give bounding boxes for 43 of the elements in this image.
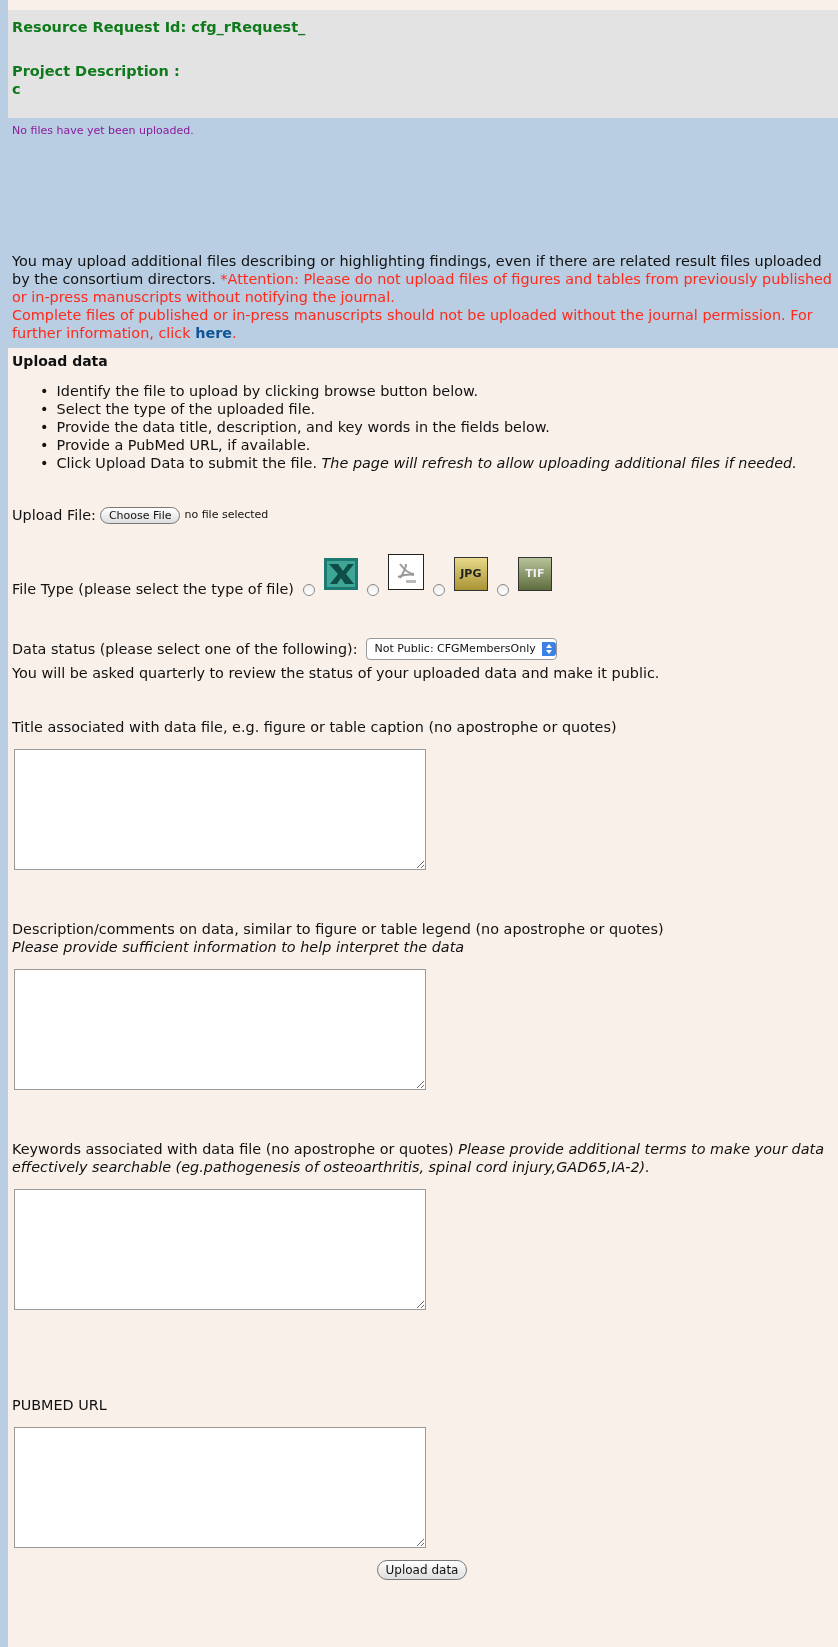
field-label: Title associated with data file, e.g. figure or table caption (no apostrophe or quotes) xyxy=(12,718,617,736)
section-title: Upload data xyxy=(12,352,108,370)
data-status-label: Data status (please select one of the following): xyxy=(12,640,358,658)
bullet: • xyxy=(40,400,49,418)
field-hint: Please provide sufficient information to help interpret the data xyxy=(12,938,465,956)
spreadsheet-icon xyxy=(323,558,358,590)
instruction-item: Identify the file to upload by clicking browse button below. xyxy=(56,382,478,400)
bullet: • xyxy=(40,436,49,454)
choose-file-button[interactable]: Choose File xyxy=(99,506,181,524)
field-label: Description/comments on data, similar to figure or table legend (no apostrophe or quotes) xyxy=(12,920,664,938)
text-area[interactable] xyxy=(14,749,426,870)
instruction-item: Provide the data title, description, and key words in the fields below. xyxy=(56,418,550,436)
stepper-icon xyxy=(541,642,556,656)
text-area[interactable] xyxy=(14,1189,426,1310)
instruction-item: Provide a PubMed URL, if available. xyxy=(56,436,311,454)
data-status-select[interactable]: Not Public: CFGMembersOnly xyxy=(365,638,557,660)
radio-button[interactable] xyxy=(302,584,315,596)
project-description-value: c xyxy=(12,80,21,98)
upload-data-button[interactable]: Upload data xyxy=(376,1560,468,1580)
radio-button[interactable] xyxy=(496,584,509,596)
radio-button[interactable] xyxy=(366,584,379,596)
file-status: no file selected xyxy=(184,507,269,523)
field-label: Keywords associated with data file (no apostrophe or quotes) Please provide additional terms to make your data effectively searchable (eg.pathogenesis of osteoarthritis, spinal cord injury,GAD65,IA-2). xyxy=(12,1140,826,1176)
project-description-label: Project Description : xyxy=(12,62,180,80)
request-id: Resource Request Id: cfg_rRequest_ xyxy=(12,18,306,36)
bullet: • xyxy=(40,454,49,472)
here-link[interactable]: here xyxy=(195,325,233,341)
file-type-badge: TIF xyxy=(517,557,552,591)
review-note: You will be asked quarterly to review the status of your uploaded data and make it public. xyxy=(12,664,660,682)
text-area[interactable] xyxy=(14,969,426,1090)
file-type-badge: JPG xyxy=(453,557,488,591)
radio-button[interactable] xyxy=(432,584,445,596)
bullet: • xyxy=(40,382,49,400)
instruction-item: Select the type of the uploaded file. xyxy=(56,400,316,418)
bullet: • xyxy=(40,418,49,436)
upload-file-label: Upload File: xyxy=(12,506,96,524)
field-label: PUBMED URL xyxy=(12,1396,107,1414)
file-type-label: File Type (please select the type of file) xyxy=(12,580,294,598)
instruction-item: Click Upload Data to submit the file. The page will refresh to allow uploading additional files if needed. xyxy=(56,454,797,472)
text-area[interactable] xyxy=(14,1427,426,1548)
document-icon xyxy=(387,554,424,590)
upload-notice: You may upload additional files describing or highlighting findings, even if there are related result files uploaded by the consortium directors. *Attention: Please do not upload files of figures and tables from previously published or in-press manuscripts without notifying the journal. Complete files of published or in-press manuscripts should not be uploaded without the journal permission. For further information, click here. xyxy=(12,252,833,342)
files-notice: No files have yet been uploaded. xyxy=(12,123,194,139)
